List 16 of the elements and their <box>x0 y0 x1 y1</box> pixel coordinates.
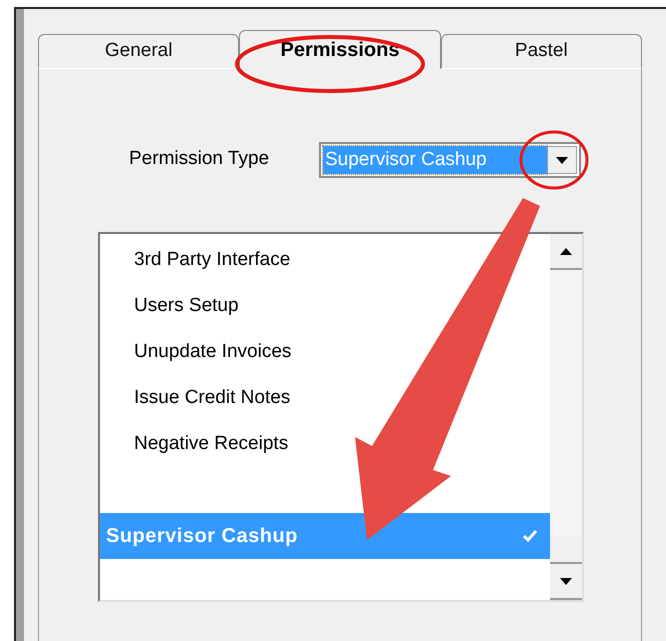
selected-value: Supervisor Cashup <box>323 146 547 174</box>
list-item[interactable]: Issue Credit Notes <box>100 375 550 421</box>
field-label: Permission Type <box>129 147 270 171</box>
tab[interactable]: Pastel <box>440 34 642 69</box>
tab[interactable]: General <box>38 34 240 69</box>
scroll-up-button[interactable] <box>550 234 582 270</box>
down-arrow-icon <box>560 578 572 584</box>
highlight-ellipse <box>520 130 588 190</box>
scroll-down-button[interactable] <box>550 564 582 600</box>
list-item[interactable]: Users Setup <box>100 283 550 329</box>
scrollbar[interactable] <box>550 234 582 600</box>
up-arrow-icon <box>560 248 572 254</box>
scroll-thumb[interactable] <box>550 536 582 564</box>
list-item[interactable]: Unupdate Invoices <box>100 329 550 375</box>
list-item[interactable]: 3rd Party Interface <box>100 237 550 283</box>
list-item[interactable]: Negative Receipts <box>100 421 550 467</box>
